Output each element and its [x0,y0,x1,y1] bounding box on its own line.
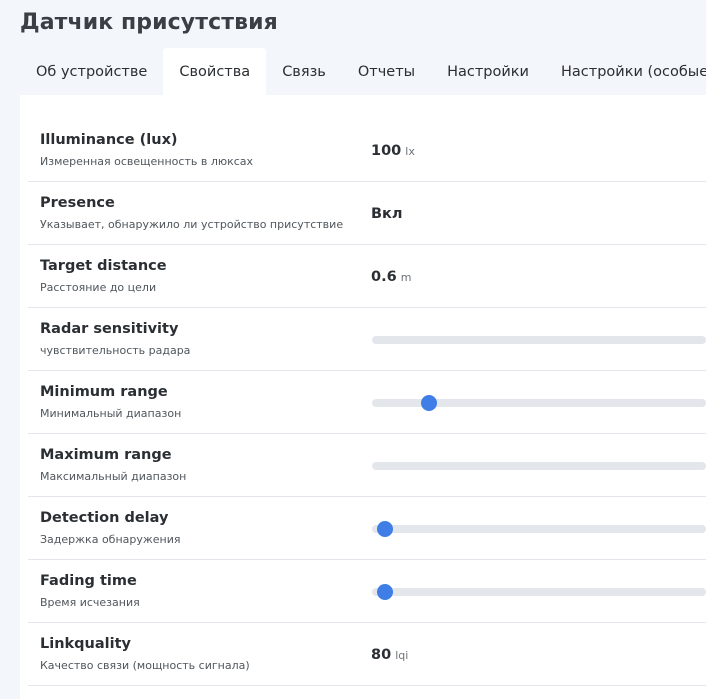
property-description: Расстояние до цели [40,281,157,294]
property-description: Время исчезания [40,596,140,609]
value-text: Вкл [371,206,403,222]
value-unit: lx [405,145,415,158]
properties-list: Illuminance (lux) Измеренная освещенност… [28,119,706,686]
slider-thumb[interactable] [420,395,437,411]
property-row-minimum-range: Minimum range Минимальный диапазон [28,371,706,434]
maximum-range-slider[interactable] [372,462,706,470]
detection-delay-slider[interactable] [372,521,706,537]
property-row-illuminance: Illuminance (lux) Измеренная освещенност… [28,119,706,182]
tab-about[interactable]: Об устройстве [20,48,163,95]
property-name: Illuminance (lux) [40,132,178,148]
property-row-maximum-range: Maximum range Максимальный диапазон [28,434,706,497]
value-unit: m [400,271,412,284]
property-row-radar-sensitivity: Radar sensitivity чувствительность радар… [28,308,706,371]
property-row-fading-time: Fading time Время исчезания [28,560,706,623]
property-value: 100 lx [371,143,415,159]
property-value: 0.6 m [371,269,411,285]
page: Датчик присутствия Об устройстве Свойств… [0,0,706,699]
property-name: Radar sensitivity [40,321,179,337]
property-name: Target distance [40,258,167,274]
property-row-linkquality: Linkquality Качество связи (мощность сиг… [28,623,706,686]
radar-sensitivity-slider[interactable] [372,336,706,344]
property-description: чувствительность радара [40,344,191,357]
property-name: Linkquality [40,636,131,652]
property-description: Измеренная освещенность в люксах [40,155,254,168]
slider-thumb[interactable] [377,584,394,600]
property-name: Presence [40,195,115,211]
property-description: Максимальный диапазон [40,470,187,483]
property-name: Fading time [40,573,137,589]
tab-reports[interactable]: Отчеты [342,48,431,95]
property-value: 80 lqi [371,647,408,663]
property-value: Вкл [371,206,403,222]
value-unit: lqi [395,649,409,662]
property-name: Maximum range [40,447,172,463]
property-name: Detection delay [40,510,169,526]
tab-settings-specific[interactable]: Настройки (особые) [545,48,706,95]
value-text: 100 [371,143,402,159]
properties-panel: Illuminance (lux) Измеренная освещенност… [20,95,706,699]
tab-bar: Об устройстве Свойства Связь Отчеты Наст… [20,48,706,95]
slider-thumb[interactable] [377,521,394,537]
property-row-target-distance: Target distance Расстояние до цели 0.6 m [28,245,706,308]
minimum-range-slider[interactable] [372,395,706,411]
property-description: Минимальный диапазон [40,407,182,420]
property-description: Указывает, обнаружило ли устройство прис… [40,218,344,231]
tab-settings[interactable]: Настройки [431,48,545,95]
page-title: Датчик присутствия [20,10,278,35]
fading-time-slider[interactable] [372,584,706,600]
property-row-detection-delay: Detection delay Задержка обнаружения [28,497,706,560]
property-description: Задержка обнаружения [40,533,181,546]
tab-connection[interactable]: Связь [266,48,342,95]
tab-properties[interactable]: Свойства [163,48,267,95]
property-description: Качество связи (мощность сигнала) [40,659,250,672]
property-row-presence: Presence Указывает, обнаружило ли устрой… [28,182,706,245]
value-text: 80 [371,647,392,663]
value-text: 0.6 [371,269,397,285]
property-name: Minimum range [40,384,168,400]
